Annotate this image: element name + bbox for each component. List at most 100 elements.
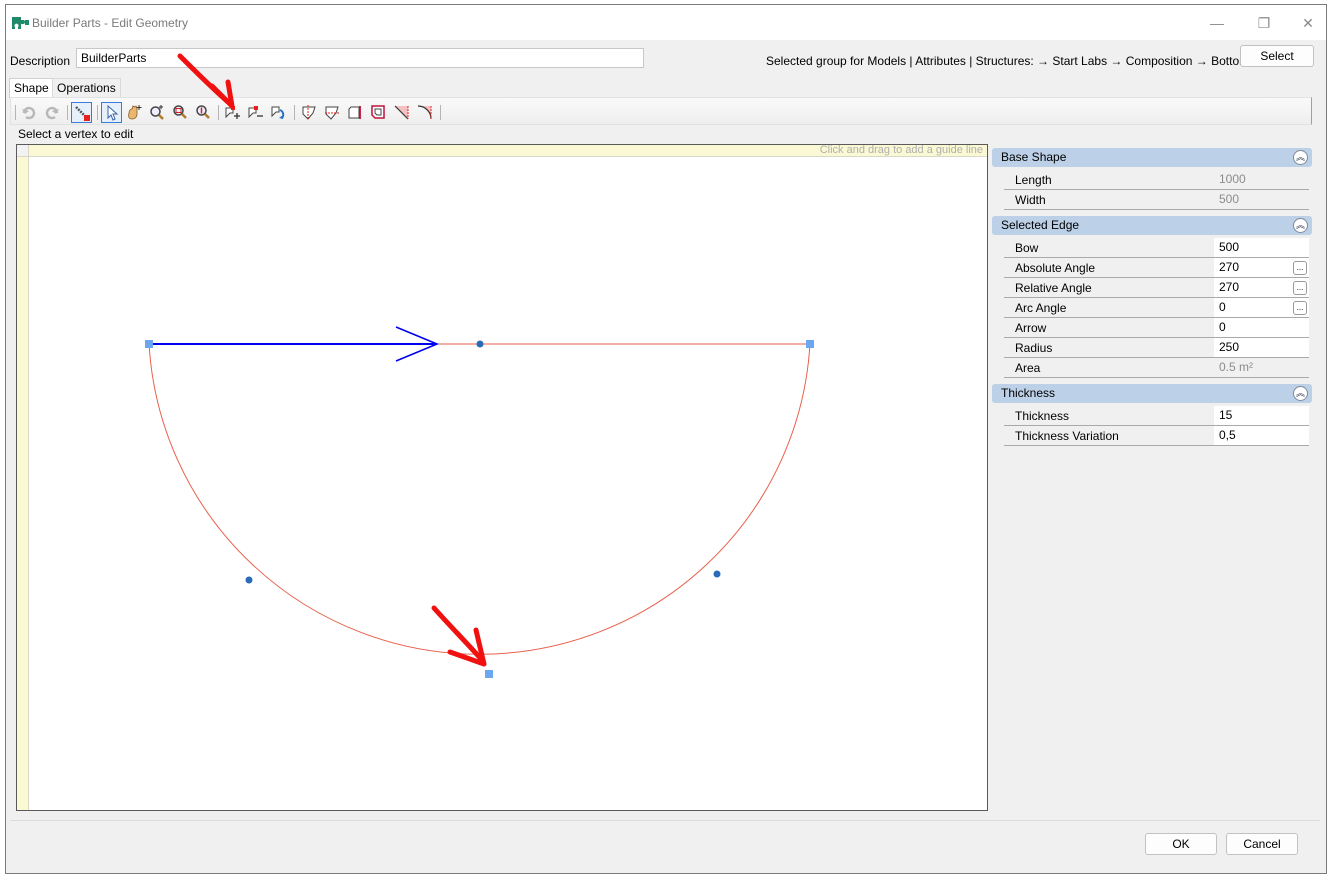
prop-label: Radius [1015,341,1053,355]
add-vertex-button[interactable] [223,102,244,123]
pan-button[interactable] [124,102,145,123]
chamfer-icon [394,105,409,120]
description-input[interactable] [76,48,644,68]
vertex-handle[interactable] [145,340,153,348]
close-button[interactable]: ✕ [1293,13,1323,33]
tab-shape[interactable]: Shape [9,78,54,98]
properties-panel: Base Shape ︽ Length 1000 Width 500 Selec… [992,144,1312,824]
split-vertical-icon [302,105,316,120]
content-frame-border [10,820,1320,821]
edit-vertex-button[interactable] [71,102,92,123]
prop-row-absolute-angle: Absolute Angle 270 ... [1004,258,1309,278]
edge-midpoint[interactable] [476,340,484,348]
split-horizontal-button[interactable] [322,102,343,123]
window-title: Builder Parts - Edit Geometry [32,16,189,30]
prop-label: Length [1015,173,1052,187]
relative-angle-ellipsis-button[interactable]: ... [1293,281,1307,295]
geometry-canvas[interactable]: Click and drag to add a guide line [16,144,988,811]
vertex-handle[interactable] [485,670,493,678]
prop-value-thickness-variation[interactable]: 0,5 [1214,426,1309,445]
prop-label: Thickness [1015,409,1070,423]
prop-label: Area [1015,361,1041,375]
tab-operations[interactable]: Operations [52,78,121,97]
prop-value-width: 500 [1219,192,1240,206]
zoom-extent-button[interactable] [193,102,214,123]
section-title: Thickness [1001,386,1056,400]
section-thickness[interactable]: Thickness ︽ [992,384,1312,403]
redo-icon [45,106,59,120]
prop-value-radius[interactable]: 250 [1214,338,1309,357]
status-hint: Select a vertex to edit [18,127,134,141]
collapse-icon[interactable]: ︽ [1293,150,1308,165]
absolute-angle-ellipsis-button[interactable]: ... [1293,261,1307,275]
fillet-icon [417,105,432,120]
ok-button[interactable]: OK [1145,833,1217,855]
prop-row-thickness-variation: Thickness Variation 0,5 [1004,426,1309,446]
undo-icon [22,106,36,120]
undo-button[interactable] [19,102,40,123]
redo-button[interactable] [42,102,63,123]
vertex-handle[interactable] [806,340,814,348]
arc-angle-ellipsis-button[interactable]: ... [1293,301,1307,315]
split-horizontal-icon [325,106,339,120]
add-vertex-icon [225,106,240,119]
remove-vertex-button[interactable] [246,102,267,123]
toolbar-separator [15,105,16,120]
remove-vertex-icon [248,106,263,119]
guide-line-hint: Click and drag to add a guide line [819,144,983,156]
collapse-icon[interactable]: ︽ [1293,218,1308,233]
select-pointer-button[interactable] [101,102,122,123]
prop-row-width: Width 500 [1004,190,1309,210]
zoom-in-icon [150,105,164,120]
shape-toolbar [10,97,1312,125]
prop-value-bow[interactable]: 500 [1214,238,1309,257]
prop-row-area: Area 0.5 m² [1004,358,1309,378]
ruler-corner [17,145,29,157]
prop-label: Thickness Variation [1015,429,1119,443]
toolbar-separator [67,105,68,120]
toolbar-separator [97,105,98,120]
cut-edge-icon [348,106,361,119]
prop-row-radius: Radius 250 [1004,338,1309,358]
selected-group-path: Selected group for Models | Attributes |… [766,54,1256,68]
select-group-button[interactable]: Select [1240,45,1314,67]
arc-edge[interactable] [148,342,811,655]
zoom-fit-button[interactable] [170,102,191,123]
prop-row-relative-angle: Relative Angle 270 ... [1004,278,1309,298]
toolbar-separator [440,105,441,120]
shape-drawing[interactable] [17,145,988,811]
prop-row-thickness: Thickness 15 [1004,406,1309,426]
section-title: Selected Edge [1001,218,1080,232]
prop-value-area: 0.5 m² [1219,360,1254,374]
edit-vertex-icon [75,106,90,121]
rotate-shape-button[interactable] [269,102,290,123]
split-vertical-button[interactable] [299,102,320,123]
chamfer-button[interactable] [391,102,412,123]
minimize-button[interactable]: — [1202,13,1232,33]
edge-midpoint[interactable] [245,576,253,584]
maximize-button[interactable]: ❐ [1249,13,1279,33]
prop-label: Arrow [1015,321,1047,335]
prop-row-length: Length 1000 [1004,170,1309,190]
prop-value-thickness[interactable]: 15 [1214,406,1309,425]
section-selected-edge[interactable]: Selected Edge ︽ [992,216,1312,235]
title-bar: Builder Parts - Edit Geometry — ❐ ✕ [6,5,1326,40]
section-title: Base Shape [1001,150,1067,164]
prop-row-arrow: Arrow 0 [1004,318,1309,338]
select-pointer-icon [107,105,119,121]
horizontal-ruler[interactable]: Click and drag to add a guide line [17,145,987,157]
fillet-button[interactable] [414,102,435,123]
prop-value-length: 1000 [1219,172,1246,186]
prop-label: Relative Angle [1015,281,1092,295]
vertical-ruler[interactable] [17,145,29,810]
offset-shape-button[interactable] [368,102,389,123]
cut-edge-button[interactable] [345,102,366,123]
edge-midpoint[interactable] [713,570,721,578]
cancel-button[interactable]: Cancel [1226,833,1298,855]
prop-value-arrow[interactable]: 0 [1214,318,1309,337]
collapse-icon[interactable]: ︽ [1293,386,1308,401]
zoom-in-button[interactable] [147,102,168,123]
prop-label: Arc Angle [1015,301,1067,315]
section-base-shape[interactable]: Base Shape ︽ [992,148,1312,167]
prop-row-bow: Bow 500 [1004,238,1309,258]
